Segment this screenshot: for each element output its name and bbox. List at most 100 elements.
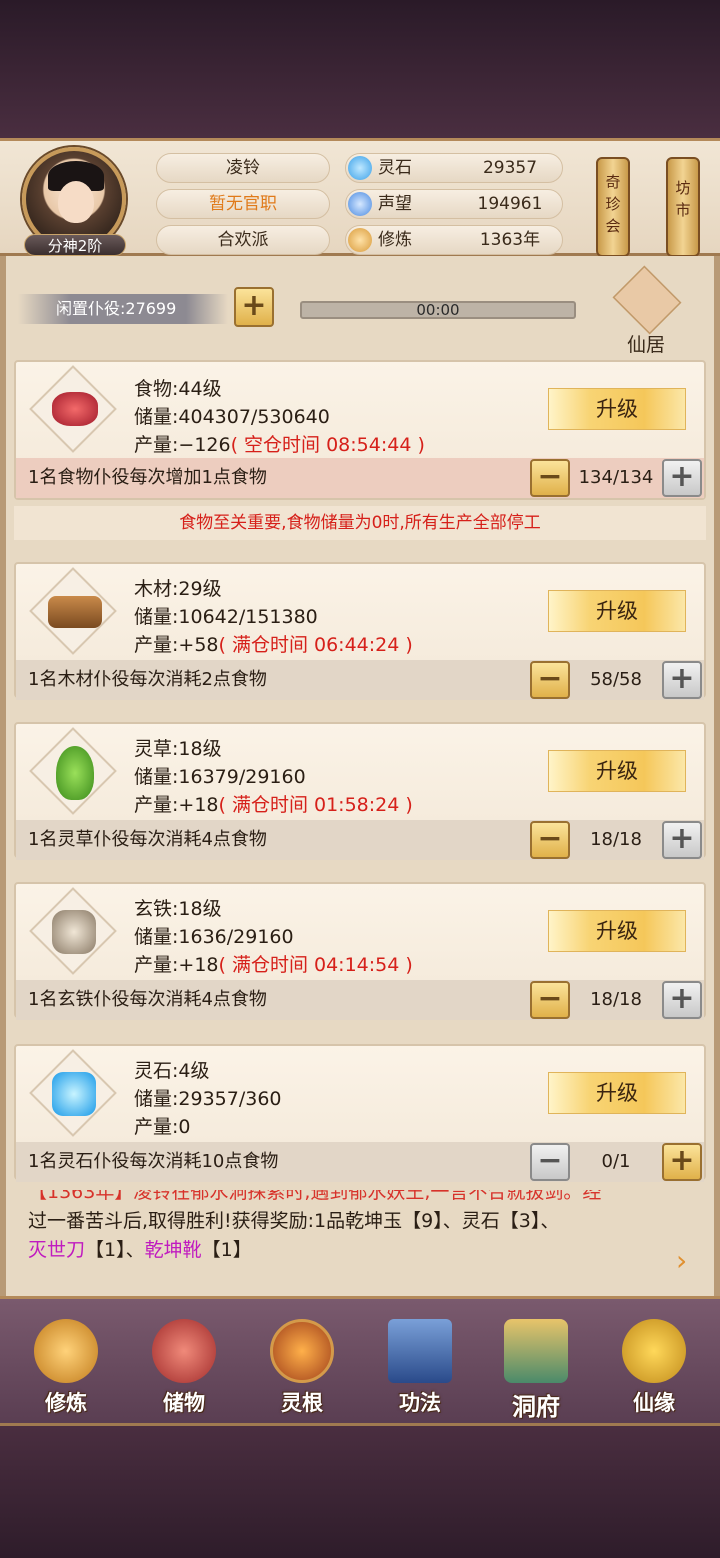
nav-fate[interactable]: 仙缘 <box>604 1309 704 1419</box>
nav-spirit-root[interactable]: 灵根 <box>252 1309 352 1419</box>
iron-ore-icon <box>29 887 117 975</box>
progress-timer: 00:00 <box>300 301 576 319</box>
minus-button[interactable]: − <box>530 459 570 497</box>
cultivation-icon <box>348 228 372 252</box>
resource-level: 木材:29级 <box>134 578 222 600</box>
gourd-icon <box>622 1319 686 1383</box>
resource-output-note: ( 空仓时间 08:54:44 ) <box>230 434 425 456</box>
sect-name: 合欢派 <box>156 225 330 255</box>
resource-output-note: ( 满仓时间 04:14:54 ) <box>218 954 413 976</box>
bottom-banner <box>0 1426 720 1558</box>
upgrade-button[interactable]: 升级 <box>548 750 686 792</box>
event-log[interactable]: 【1363年】凌铃在郁水洞探索时,遇到郁水妖王,一言不合就拔剑。经 过一番苦斗后… <box>14 1190 706 1290</box>
wood-icon <box>29 567 117 655</box>
nav-label: 修炼 <box>45 1391 87 1415</box>
log-expand-icon[interactable]: › <box>676 1244 700 1277</box>
log-text: 【1】 <box>201 1239 252 1261</box>
plus-button[interactable]: + <box>662 821 702 859</box>
worker-bar: 1名灵石仆役每次消耗10点食物 − 0/1 + <box>16 1142 704 1182</box>
worker-bar: 1名灵草仆役每次消耗4点食物 − 18/18 + <box>16 820 704 860</box>
minus-button[interactable]: − <box>530 1143 570 1181</box>
resource-card-herb: 灵草:18级 储量:16379/29160 产量:+18( 满仓时间 01:58… <box>14 722 706 860</box>
upgrade-button[interactable]: 升级 <box>548 910 686 952</box>
resource-storage: 储量:29357/360 <box>134 1088 282 1110</box>
spirit-root-icon <box>270 1319 334 1383</box>
stat-spirit-stone: 灵石 29357 <box>345 153 563 183</box>
nav-label: 仙缘 <box>633 1391 675 1415</box>
minus-button[interactable]: − <box>530 821 570 859</box>
nav-label: 功法 <box>399 1391 441 1415</box>
rank-badge: 分神2阶 <box>24 234 126 256</box>
nav-label: 储物 <box>163 1391 205 1415</box>
stat-value: 1363年 <box>479 230 541 250</box>
reward-item: 灭世刀 <box>28 1239 86 1261</box>
plus-button[interactable]: + <box>662 459 702 497</box>
resource-card-spirit-stone: 灵石:4级 储量:29357/360 产量:0 升级 1名灵石仆役每次消耗10点… <box>14 1044 706 1182</box>
resource-card-food: 食物:44级 储量:404307/530640 产量:−126( 空仓时间 08… <box>14 360 706 500</box>
plus-button[interactable]: + <box>662 661 702 699</box>
log-line: 灭世刀【1】、乾坤靴【1】 <box>28 1236 692 1265</box>
avatar-face <box>58 181 94 223</box>
spirit-crystal-icon <box>29 1049 117 1137</box>
resource-output: 产量:0 <box>134 1116 191 1138</box>
resource-level: 食物:44级 <box>134 378 222 400</box>
meditation-icon <box>34 1319 98 1383</box>
log-line: 过一番苦斗后,取得胜利!获得奖励:1品乾坤玉【9】、灵石【3】、 <box>28 1210 560 1232</box>
resource-storage: 储量:10642/151380 <box>134 606 318 628</box>
worker-count: 58/58 <box>590 669 642 690</box>
resource-storage: 储量:404307/530640 <box>134 406 330 428</box>
nav-label: 灵根 <box>281 1391 323 1415</box>
food-warning: 食物至关重要,食物储量为0时,所有生产全部停工 <box>14 506 706 540</box>
resource-level: 玄铁:18级 <box>134 898 222 920</box>
nav-cultivate[interactable]: 修炼 <box>16 1309 116 1419</box>
stat-label: 灵石 <box>378 158 412 178</box>
worker-count: 0/1 <box>601 1151 631 1172</box>
upgrade-button[interactable]: 升级 <box>548 388 686 430</box>
spirit-stone-icon <box>348 156 372 180</box>
worker-bar: 1名食物仆役每次增加1点食物 − 134/134 + <box>16 458 704 498</box>
worker-count: 18/18 <box>590 989 642 1010</box>
treasure-fair-button[interactable]: 奇珍会 <box>596 157 630 257</box>
worker-rule: 1名灵石仆役每次消耗10点食物 <box>28 1151 279 1172</box>
worker-rule: 1名木材仆役每次消耗2点食物 <box>28 669 267 690</box>
minus-button[interactable]: − <box>530 981 570 1019</box>
upgrade-button[interactable]: 升级 <box>548 590 686 632</box>
worker-count: 18/18 <box>590 829 642 850</box>
resource-output: 产量:−126 <box>134 434 231 456</box>
add-servant-button[interactable]: + <box>234 287 274 327</box>
plus-button[interactable]: + <box>662 1143 702 1181</box>
resource-output: 产量:+18 <box>134 954 219 976</box>
technique-book-icon <box>388 1319 452 1383</box>
stat-label: 修炼 <box>378 230 412 250</box>
meat-icon <box>29 365 117 453</box>
treasure-fair-label: 奇珍会 <box>605 173 621 235</box>
resource-card-iron: 玄铁:18级 储量:1636/29160 产量:+18( 满仓时间 04:14:… <box>14 882 706 1020</box>
residence-label[interactable]: 仙居 <box>598 330 694 357</box>
resource-output-note: ( 满仓时间 06:44:24 ) <box>218 634 413 656</box>
official-post[interactable]: 暂无官职 <box>156 189 330 219</box>
resource-output: 产量:+18 <box>134 794 219 816</box>
worker-count: 134/134 <box>578 467 654 488</box>
resource-storage: 储量:16379/29160 <box>134 766 306 788</box>
stat-reputation: 声望 194961 <box>345 189 563 219</box>
top-banner <box>0 0 720 138</box>
reputation-icon <box>348 192 372 216</box>
market-button[interactable]: 坊市 <box>666 157 700 257</box>
resource-level: 灵草:18级 <box>134 738 222 760</box>
market-label: 坊市 <box>675 179 691 219</box>
stat-value: 194961 <box>477 194 543 214</box>
nav-technique[interactable]: 功法 <box>370 1309 470 1419</box>
resource-level: 灵石:4级 <box>134 1060 210 1082</box>
worker-rule: 1名食物仆役每次增加1点食物 <box>28 467 267 488</box>
reward-item: 乾坤靴 <box>144 1239 202 1261</box>
bottom-nav: 修炼 储物 灵根 功法 洞府 仙缘 <box>0 1296 720 1426</box>
worker-bar: 1名玄铁仆役每次消耗4点食物 − 18/18 + <box>16 980 704 1020</box>
resource-output-note: ( 满仓时间 01:58:24 ) <box>218 794 413 816</box>
worker-rule: 1名玄铁仆役每次消耗4点食物 <box>28 989 267 1010</box>
nav-storage[interactable]: 储物 <box>134 1309 234 1419</box>
nav-cave-mansion[interactable]: 洞府 <box>486 1309 586 1421</box>
stat-cultivation: 修炼 1363年 <box>345 225 563 255</box>
minus-button[interactable]: − <box>530 661 570 699</box>
plus-button[interactable]: + <box>662 981 702 1019</box>
upgrade-button[interactable]: 升级 <box>548 1072 686 1114</box>
